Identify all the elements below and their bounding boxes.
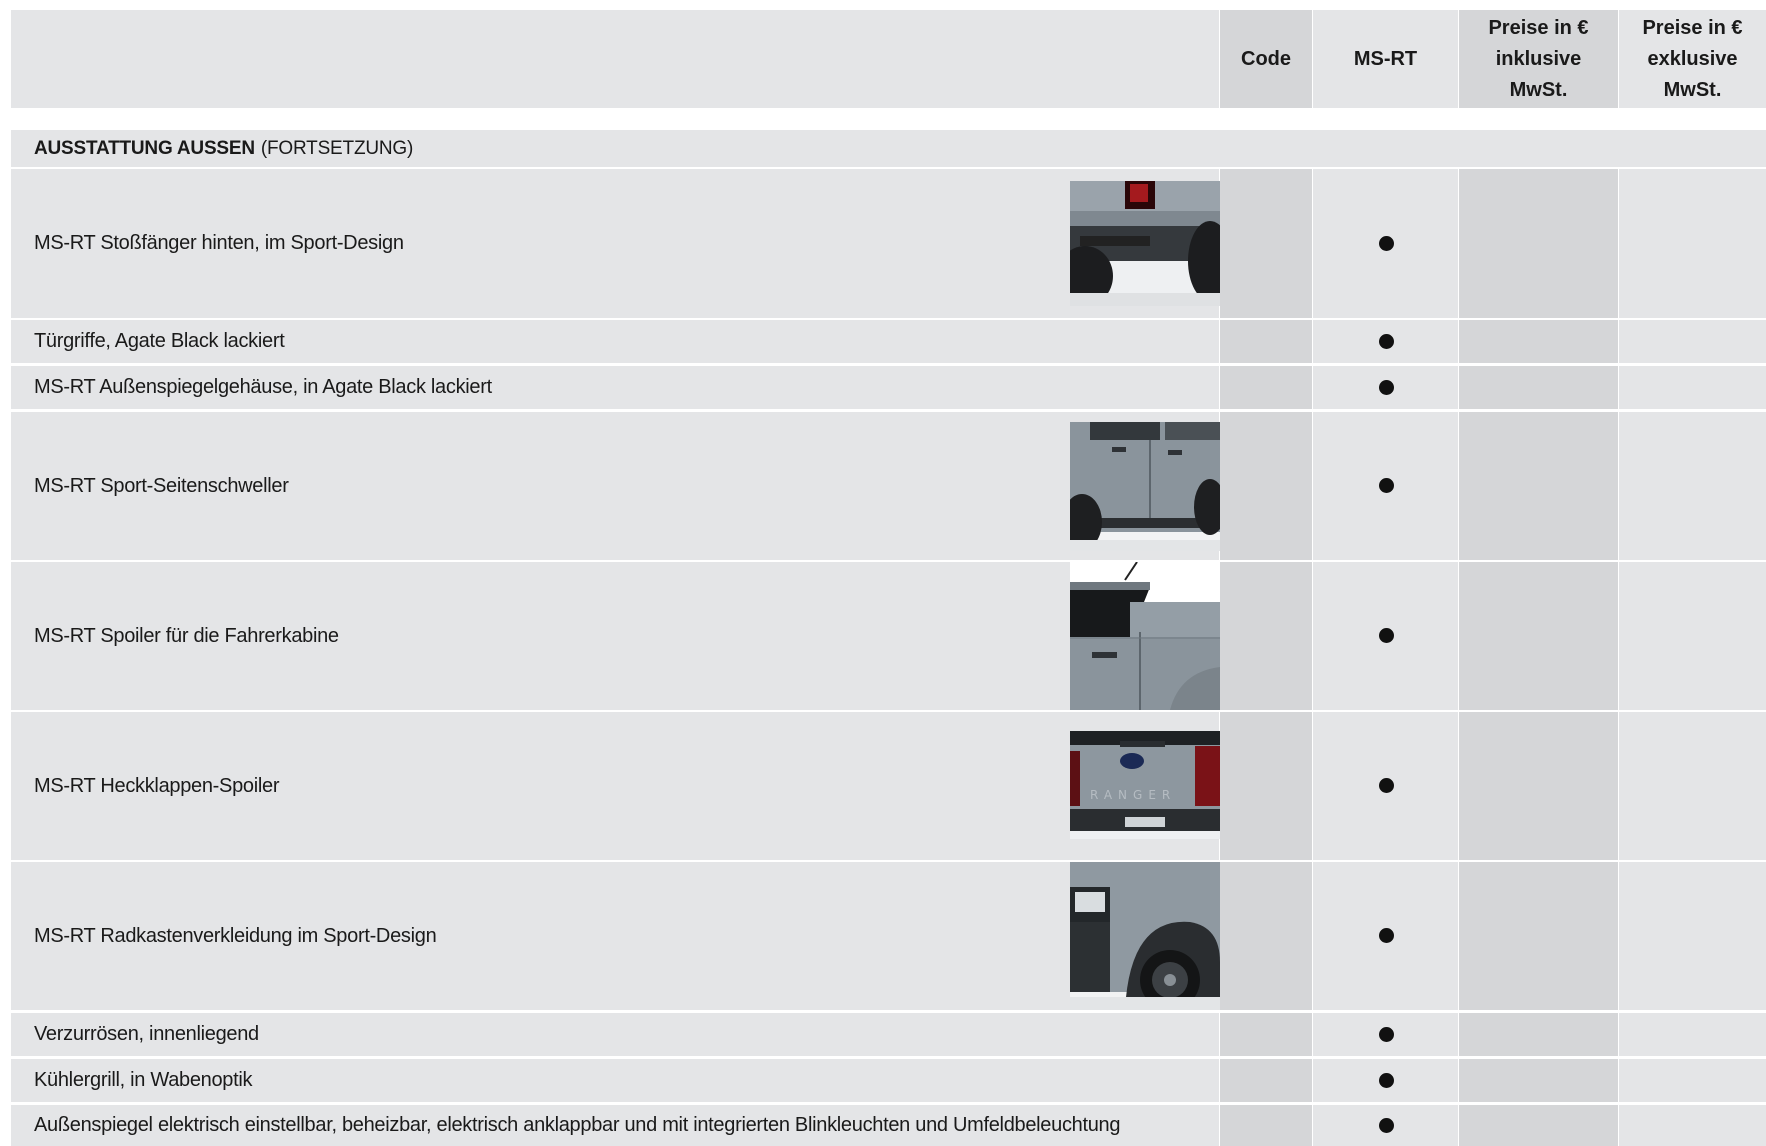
price-exclusive-cell <box>1619 862 1766 1010</box>
table-row: MS-RT Sport-Seitenschweller <box>0 412 1766 560</box>
price-exclusive-cell <box>1619 1013 1766 1056</box>
price-inclusive-cell <box>1459 1105 1618 1146</box>
price-inclusive-cell <box>1459 1013 1618 1056</box>
price-inclusive-cell <box>1459 1059 1618 1102</box>
standard-bullet <box>1378 235 1394 251</box>
row-description: Außenspiegel elektrisch einstellbar, beh… <box>11 1105 1219 1146</box>
ms-rt-cell <box>1313 1105 1458 1146</box>
table-row: MS-RT Heckklappen-Spoiler RANGER <box>0 712 1766 860</box>
wheel-arch-photo <box>1070 862 1220 1010</box>
table-row: MS-RT Stoßfänger hinten, im Sport-Design <box>0 169 1766 318</box>
code-cell <box>1220 712 1312 860</box>
code-cell <box>1220 169 1312 318</box>
standard-bullet <box>1378 379 1394 395</box>
header-price-inclusive: Preise in € inklusive MwSt. <box>1459 10 1618 108</box>
section-title: AUSSTATTUNG AUSSEN <box>34 137 255 159</box>
price-exclusive-cell <box>1619 1059 1766 1102</box>
standard-bullet <box>1378 778 1394 793</box>
table-row: Kühlergrill, in Wabenoptik <box>0 1059 1766 1102</box>
table-row: MS-RT Außenspiegelgehäuse, in Agate Blac… <box>0 366 1766 409</box>
header-price-exclusive: Preise in € exklusive MwSt. <box>1619 10 1766 108</box>
price-exclusive-cell <box>1619 412 1766 560</box>
row-description: MS-RT Stoßfänger hinten, im Sport-Design <box>11 169 1219 318</box>
svg-text:RANGER: RANGER <box>1090 788 1176 802</box>
row-description: MS-RT Außenspiegelgehäuse, in Agate Blac… <box>11 366 1219 409</box>
table-row: Verzurrösen, innenliegend <box>0 1013 1766 1056</box>
header-ms-rt: MS-RT <box>1313 10 1458 108</box>
standard-bullet <box>1378 1072 1394 1088</box>
table-row: MS-RT Radkastenverkleidung im Sport-Desi… <box>0 862 1766 1010</box>
code-cell <box>1220 1013 1312 1056</box>
ms-rt-cell <box>1313 1059 1458 1102</box>
standard-bullet <box>1378 628 1394 643</box>
ms-rt-cell <box>1313 366 1458 409</box>
row-description: Türgriffe, Agate Black lackiert <box>11 320 1219 363</box>
standard-bullet <box>1378 478 1394 493</box>
ms-rt-cell <box>1313 862 1458 1010</box>
price-exclusive-cell <box>1619 1105 1766 1146</box>
price-inclusive-cell <box>1459 169 1618 318</box>
tailgate-spoiler-photo: RANGER <box>1070 731 1220 839</box>
price-inclusive-cell <box>1459 366 1618 409</box>
price-exclusive-cell <box>1619 366 1766 409</box>
table-row: Türgriffe, Agate Black lackiert <box>0 320 1766 363</box>
row-description: Verzurrösen, innenliegend <box>11 1013 1219 1056</box>
table-row: Außenspiegel elektrisch einstellbar, beh… <box>0 1105 1766 1146</box>
section-heading: AUSSTATTUNG AUSSEN (FORTSETZUNG) <box>11 130 1766 167</box>
price-inclusive-cell <box>1459 412 1618 560</box>
row-description: Kühlergrill, in Wabenoptik <box>11 1059 1219 1102</box>
ms-rt-cell <box>1313 712 1458 860</box>
code-cell <box>1220 1059 1312 1102</box>
standard-bullet <box>1378 928 1394 943</box>
code-cell <box>1220 412 1312 560</box>
side-skirt-photo <box>1070 422 1220 551</box>
price-inclusive-cell <box>1459 862 1618 1010</box>
code-cell <box>1220 366 1312 409</box>
rear-bumper-photo <box>1070 181 1220 306</box>
row-description: MS-RT Radkastenverkleidung im Sport-Desi… <box>11 862 1219 1010</box>
header-blank-cell <box>11 10 1219 108</box>
code-cell <box>1220 562 1312 710</box>
price-inclusive-cell <box>1459 562 1618 710</box>
ms-rt-cell <box>1313 1013 1458 1056</box>
section-subtitle: (FORTSETZUNG) <box>260 137 414 159</box>
ms-rt-cell <box>1313 169 1458 318</box>
row-description: MS-RT Heckklappen-Spoiler <box>11 712 1219 860</box>
row-description: MS-RT Sport-Seitenschweller <box>11 412 1219 560</box>
price-inclusive-cell <box>1459 320 1618 363</box>
standard-bullet <box>1378 1117 1394 1133</box>
cab-spoiler-photo <box>1070 562 1220 710</box>
standard-bullet <box>1378 1026 1394 1042</box>
price-exclusive-cell <box>1619 562 1766 710</box>
code-cell <box>1220 1105 1312 1146</box>
price-exclusive-cell <box>1619 169 1766 318</box>
table-row: MS-RT Spoiler für die Fahrerkabine <box>0 562 1766 710</box>
price-exclusive-cell <box>1619 320 1766 363</box>
ms-rt-cell <box>1313 320 1458 363</box>
code-cell <box>1220 862 1312 1010</box>
row-description: MS-RT Spoiler für die Fahrerkabine <box>11 562 1219 710</box>
standard-bullet <box>1378 333 1394 349</box>
price-exclusive-cell <box>1619 712 1766 860</box>
price-inclusive-cell <box>1459 712 1618 860</box>
ms-rt-cell <box>1313 562 1458 710</box>
code-cell <box>1220 320 1312 363</box>
header-code: Code <box>1220 10 1312 108</box>
ms-rt-cell <box>1313 412 1458 560</box>
